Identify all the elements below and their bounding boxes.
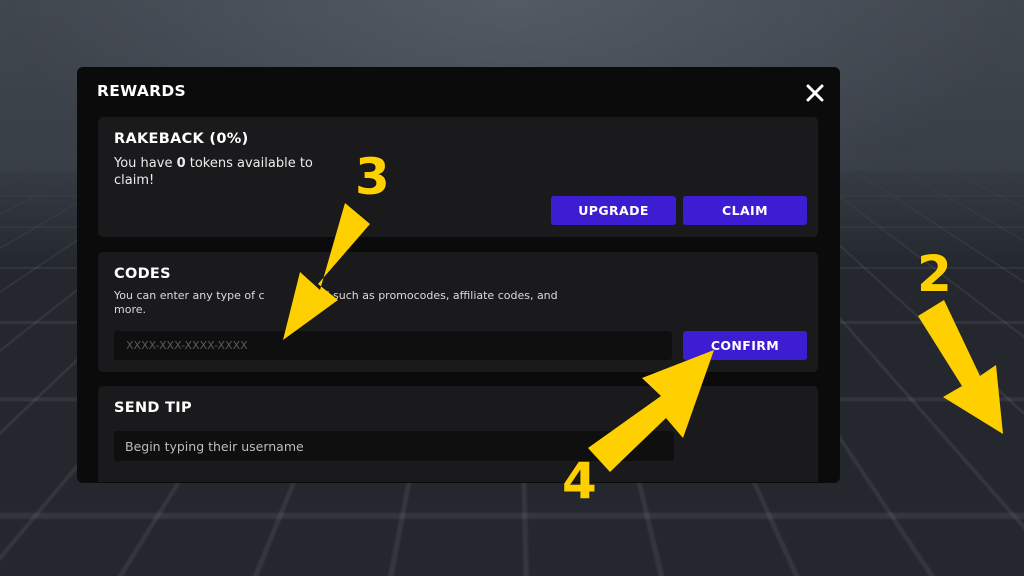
codes-title: CODES [114, 266, 171, 282]
annotation-number-3: 3 [355, 148, 390, 206]
modal-title: REWARDS [97, 82, 186, 100]
paycheck-text-prefix: You will be paid [770, 507, 871, 522]
pencil-icon-glyph [925, 447, 938, 459]
paycheck-title: PAYCHECK [770, 486, 845, 501]
annotation-number-2: 2 [917, 245, 952, 303]
claim-button[interactable]: CLAIM [683, 196, 807, 225]
confirm-button[interactable]: CONFIRM [683, 331, 807, 360]
close-icon-glyph [806, 84, 824, 102]
send-tip-title: SEND TIP [114, 400, 192, 416]
codes-description: You can enter any type of c ind such as p… [114, 289, 574, 317]
cloud-icon-glyph [961, 448, 978, 458]
upgrade-button[interactable]: UPGRADE [551, 196, 676, 225]
pencil-icon[interactable] [914, 436, 948, 470]
annotation-number-4: 4 [562, 452, 597, 510]
star-icon[interactable] [991, 436, 1024, 470]
hud-toolbar [838, 434, 1024, 472]
receipt-icon[interactable] [876, 436, 909, 470]
rewards-modal: REWARDS RAKEBACK (0%) You have 0 tokens … [77, 67, 840, 483]
codes-desc-part1: You can enter any type of c [114, 289, 265, 302]
rakeback-token-count: 0 [176, 156, 186, 171]
cart-icon[interactable] [838, 436, 871, 470]
rakeback-section: RAKEBACK (0%) You have 0 tokens availabl… [98, 117, 818, 237]
star-icon-glyph [1000, 445, 1016, 461]
rakeback-description: You have 0 tokens available to claim! [114, 155, 354, 189]
paycheck-panel: PAYCHECK You will be paid 200 tokens in … [760, 476, 1020, 576]
rakeback-title: RAKEBACK (0%) [114, 131, 249, 147]
codes-section: CODES You can enter any type of c ind suc… [98, 252, 818, 372]
paycheck-text: You will be paid 200 tokens in 43 second… [770, 507, 1010, 537]
paycheck-amount: 200 [870, 507, 897, 522]
receipt-icon-glyph [885, 444, 900, 462]
code-input[interactable] [114, 331, 672, 360]
cloud-icon[interactable] [953, 436, 986, 470]
cart-icon-glyph [846, 446, 863, 460]
rakeback-desc-prefix: You have [114, 156, 177, 171]
paycheck-progress [770, 568, 840, 576]
close-icon[interactable] [802, 80, 828, 106]
